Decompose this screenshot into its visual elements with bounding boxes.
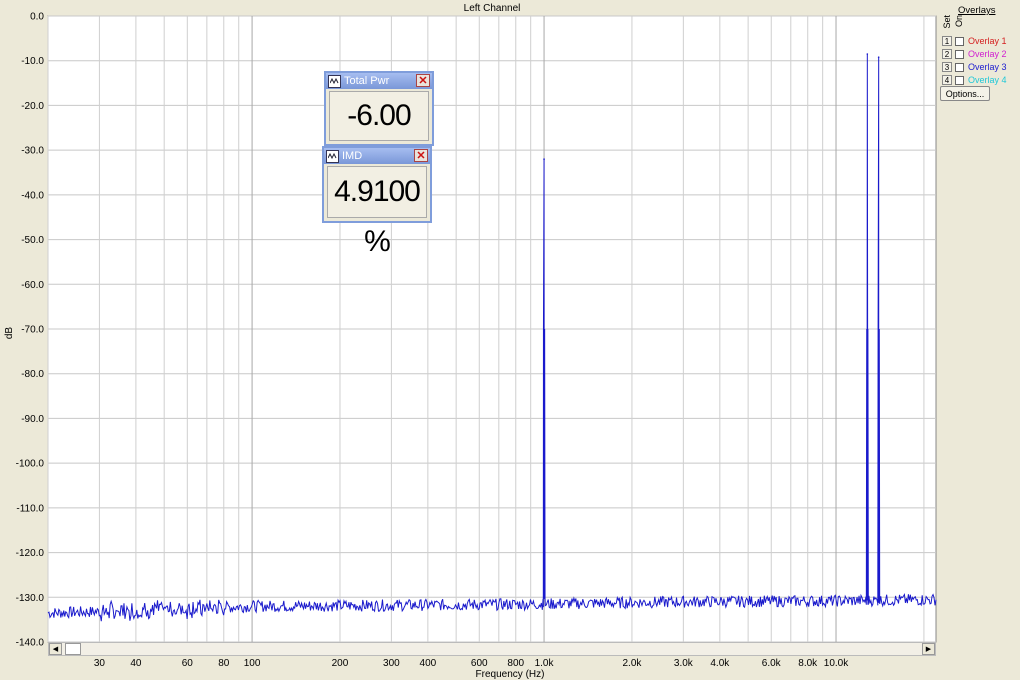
overlay-row-2: 2 Overlay 2 [942, 48, 1007, 60]
y-axis-label: dB [4, 327, 15, 340]
x-tick-label: 200 [332, 658, 349, 669]
x-tick-label: 600 [471, 658, 488, 669]
meter-title: IMD [342, 150, 363, 162]
imd-meter[interactable]: IMD ✕ 4.9100 % [322, 146, 432, 258]
options-button[interactable]: Options... [940, 86, 990, 101]
y-tick-label: -30.0 [21, 146, 44, 157]
y-tick-label: -80.0 [21, 369, 44, 380]
x-tick-label: 300 [383, 658, 400, 669]
y-tick-label: -120.0 [16, 548, 45, 559]
meter-title: Total Pwr [344, 75, 390, 87]
imd-value: 4.9100 % [327, 166, 427, 258]
spectrum-chart: 0.0 -10.0 -20.0 -30.0 -40.0 -50.0 -60.0 -70.0 -8… [4, 3, 937, 680]
peak-point [543, 158, 545, 160]
set-header: Set [942, 15, 952, 29]
x-tick-label: 10.0k [824, 658, 849, 669]
x-tick-label: 4.0k [710, 658, 730, 669]
overlay-set-button[interactable]: 2 [942, 49, 952, 59]
x-tick-label: 80 [218, 658, 230, 669]
x-tick-label: 8.0k [798, 658, 818, 669]
chart-title: Left Channel [464, 3, 521, 14]
horizontal-scrollbar[interactable]: ◀ ▶ [48, 642, 936, 656]
x-tick-label: 30 [94, 658, 106, 669]
x-tick-label: 40 [130, 658, 142, 669]
x-tick-label: 800 [507, 658, 524, 669]
total-power-meter[interactable]: Total Pwr ✕ -6.00 dB [324, 71, 434, 180]
overlay-set-button[interactable]: 4 [942, 75, 952, 85]
meter-wave-icon [328, 74, 341, 88]
overlay-row-1: 1 Overlay 1 [942, 35, 1007, 47]
close-icon[interactable]: ✕ [416, 74, 430, 87]
meter-wave-icon [326, 149, 339, 163]
y-tick-label: -110.0 [16, 503, 44, 514]
y-tick-label: -60.0 [21, 280, 44, 291]
x-tick-label: 1.0k [535, 658, 555, 669]
on-header: On [954, 15, 964, 28]
overlay-row-4: 4 Overlay 4 [942, 74, 1007, 86]
overlay-checkbox[interactable] [955, 62, 964, 72]
x-axis: 30 40 60 80 100 200 300 400 600 800 1.0k 2.0k 3.0k 4.… [94, 658, 849, 669]
overlay-checkbox[interactable] [955, 49, 964, 59]
y-tick-label: -40.0 [21, 190, 44, 201]
overlay-set-button[interactable]: 1 [942, 36, 952, 46]
y-tick-label: -140.0 [16, 638, 45, 649]
overlay-set-button[interactable]: 3 [942, 62, 952, 72]
y-axis: 0.0 -10.0 -20.0 -30.0 -40.0 -50.0 -60.0 -70.0 -8… [16, 12, 45, 649]
overlay-label: Overlay 3 [968, 62, 1007, 72]
scroll-thumb[interactable] [65, 643, 81, 655]
x-tick-label: 6.0k [762, 658, 782, 669]
scroll-left-icon[interactable]: ◀ [49, 643, 62, 655]
overlay-row-3: 3 Overlay 3 [942, 61, 1007, 73]
x-tick-label: 60 [182, 658, 194, 669]
overlay-checkbox[interactable] [955, 75, 964, 85]
overlay-label: Overlay 4 [968, 75, 1007, 85]
y-tick-label: -50.0 [21, 235, 44, 246]
scroll-right-icon[interactable]: ▶ [922, 643, 935, 655]
meter-titlebar[interactable]: Total Pwr ✕ [326, 73, 432, 89]
overlay-label: Overlay 2 [968, 49, 1007, 59]
x-tick-label: 100 [244, 658, 261, 669]
x-axis-label: Frequency (Hz) [476, 669, 545, 680]
y-tick-label: -10.0 [21, 56, 44, 67]
x-tick-label: 400 [420, 658, 437, 669]
meter-titlebar[interactable]: IMD ✕ [324, 148, 430, 164]
peak-point [877, 56, 880, 58]
y-tick-label: 0.0 [30, 12, 44, 23]
x-tick-label: 3.0k [674, 658, 694, 669]
overlay-label: Overlay 1 [968, 36, 1007, 46]
y-tick-label: -20.0 [21, 101, 44, 112]
y-tick-label: -130.0 [16, 593, 45, 604]
total-power-value: -6.00 dB [329, 91, 429, 180]
peak-point [866, 53, 869, 55]
x-tick-label: 2.0k [622, 658, 642, 669]
overlay-checkbox[interactable] [955, 36, 964, 46]
y-tick-label: -70.0 [21, 325, 44, 336]
close-icon[interactable]: ✕ [414, 149, 428, 162]
y-tick-label: -90.0 [21, 414, 44, 425]
y-tick-label: -100.0 [16, 459, 45, 470]
